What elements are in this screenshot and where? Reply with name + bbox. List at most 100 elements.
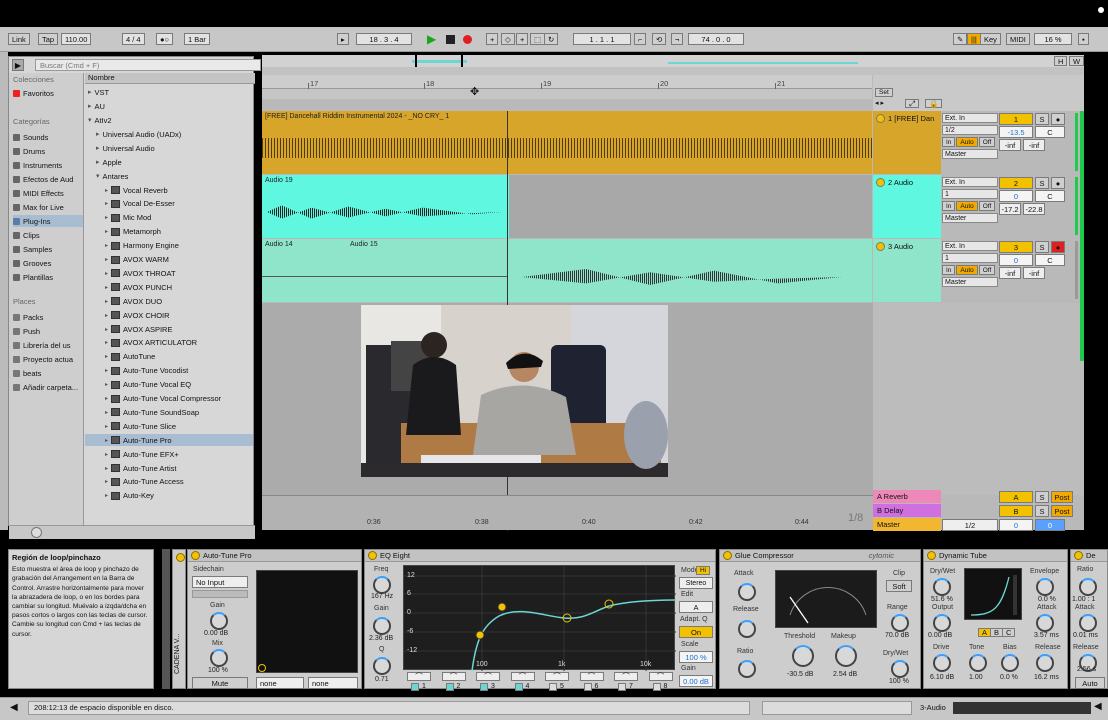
plugin-item-14[interactable]: ▸ Auto-Tune Vocal EQ [85,379,253,391]
category-item-4[interactable]: MIDI Effects [13,187,83,199]
pan-field[interactable]: C [1035,190,1065,202]
volume-field[interactable]: 0 [999,254,1033,266]
gain-knob[interactable] [210,612,228,630]
song-position-field[interactable]: 18 . 3 . 4 [356,33,412,45]
place-item-0[interactable]: Packs [13,311,83,323]
plugin-item-6[interactable]: ▸ AVOX THROAT [85,267,253,279]
output-gain-value[interactable]: 0.00 dB [679,675,713,687]
mute-button[interactable]: Mute [192,677,248,689]
adapt-q-button[interactable]: On [679,626,713,638]
band-filter-select[interactable]: ⌒ [510,672,535,681]
glue-drywet-value[interactable]: 100 % [889,678,909,685]
category-item-6[interactable]: Plug-Ins [13,215,83,227]
track-fold-icon[interactable] [876,242,885,251]
drive-knob[interactable] [933,654,951,672]
collection-favorites[interactable]: Favoritos [13,87,83,99]
drive-value[interactable]: 6.10 dB [930,674,954,681]
volume-field[interactable]: 0 [999,190,1033,202]
input-channel-select[interactable]: 1 [942,189,998,199]
eq-graph[interactable]: 12 6 0 -6 -12 100 1k 10k [403,565,677,672]
freq-value[interactable]: 167 Hz [371,593,393,600]
category-item-8[interactable]: Samples [13,243,83,255]
next-attack-value[interactable]: 0.01 ms [1073,632,1098,639]
loop-button[interactable]: ⟲ [652,33,667,45]
track-fold-icon[interactable] [876,114,885,123]
plugin-item-4[interactable]: ▸ Harmony Engine [85,240,253,252]
master-pan[interactable]: 0 [1035,519,1065,531]
expand-arrow-icon[interactable]: ▸ [105,284,108,291]
solo-button[interactable]: S [1035,241,1049,253]
input-channel-select[interactable]: 1 [942,253,998,263]
macro-select-1[interactable]: none [256,677,304,689]
arm-button[interactable]: ● [1051,113,1065,125]
eq-power-icon[interactable] [368,551,377,560]
tube-drywet-knob[interactable] [933,578,951,596]
band-activator-2[interactable] [445,683,454,691]
place-item-4[interactable]: beats [13,367,83,379]
mix-value[interactable]: 100 % [208,667,228,674]
glue-power-icon[interactable] [723,551,732,560]
category-item-1[interactable]: Drums [13,145,83,157]
return-solo[interactable]: S [1035,491,1049,503]
lock-icon[interactable]: 🔒 [925,99,943,108]
return-post[interactable]: Post [1051,505,1073,517]
makeup-value[interactable]: 2.54 dB [833,671,857,678]
expand-arrow-icon[interactable]: ▸ [105,228,108,235]
band-filter-select[interactable]: ⌒ [407,672,431,681]
plugin-item-13[interactable]: ▸ Auto-Tune Vocodist [85,365,253,377]
expand-arrow-icon[interactable]: ▸ [88,88,92,96]
plugin-item-18[interactable]: ▸ Auto-Tune Pro [85,434,253,447]
band-activator-3[interactable] [480,683,488,691]
expand-arrow-icon[interactable]: ▸ [105,381,108,388]
plugin-item-22[interactable]: ▸ Auto-Key [85,490,253,502]
key-map-button[interactable]: Key [980,33,1001,45]
tube-attack-knob[interactable] [1036,614,1054,632]
band-filter-select[interactable]: ⌒ [648,672,673,681]
beat-time-ruler[interactable]: 17 18 19 20 21 [262,75,872,89]
return-solo[interactable]: S [1035,505,1049,517]
output-knob[interactable] [933,614,951,632]
metronome-button[interactable]: ●○ [156,33,174,45]
band-activator-1[interactable] [411,683,419,691]
tree-item-6[interactable]: ▾ Antares [96,170,128,182]
rack-scroll[interactable] [162,549,170,689]
preview-icon[interactable] [31,527,42,538]
expand-arrow-icon[interactable]: ▸ [105,200,108,207]
track-header-3[interactable]: 3 Audio [873,239,941,302]
next-ratio-knob[interactable] [1079,578,1097,596]
tone-value[interactable]: 1.00 [969,674,983,681]
browser-toggle-icon[interactable]: ▶ [12,59,24,71]
tube-release-knob[interactable] [1036,654,1054,672]
detail-arrow-icon[interactable]: ◀ [1094,701,1102,712]
sidechain-input-select[interactable]: No Input [192,576,248,588]
expand-arrow-icon[interactable]: ▸ [105,187,108,194]
plugin-item-3[interactable]: ▸ Metamorph [85,226,253,238]
eq-gain-value[interactable]: 2.36 dB [369,635,393,642]
monitor-off-button[interactable]: Off [978,201,996,211]
q-value[interactable]: 0.71 [375,676,389,683]
expand-arrow-icon[interactable]: ▸ [105,492,108,499]
play-icon[interactable]: ▶ [427,33,439,45]
loop-switch-button[interactable]: ↻ [544,33,559,45]
output-select[interactable]: Master [942,213,998,223]
stop-icon[interactable] [446,35,455,44]
category-item-7[interactable]: Clips [13,229,83,241]
return-header-1[interactable]: B Delay [873,504,941,517]
input-type-select[interactable]: Ext. In [942,113,998,123]
output-select[interactable]: Master [942,149,998,159]
monitor-auto-button[interactable]: Auto [956,137,978,147]
freq-knob[interactable] [373,576,391,594]
plugin-item-8[interactable]: ▸ AVOX DUO [85,295,253,307]
master-header[interactable]: Master [873,518,941,531]
follow-button[interactable]: ▸ [337,33,349,45]
expand-arrow-icon[interactable]: ▸ [105,270,108,277]
expand-arrow-icon[interactable]: ▸ [105,214,108,221]
punch-out-button[interactable]: ¬ [671,33,684,45]
plugin-item-2[interactable]: ▸ Mic Mod [85,212,253,224]
edit-a-button[interactable]: A [679,601,713,613]
glue-drywet-knob[interactable] [891,660,909,678]
ratio-knob[interactable] [738,660,756,678]
expand-arrow-icon[interactable]: ▸ [105,395,108,402]
master-channel[interactable]: 1/2 [942,519,998,531]
plugin-item-1[interactable]: ▸ Vocal De-Esser [85,198,253,210]
